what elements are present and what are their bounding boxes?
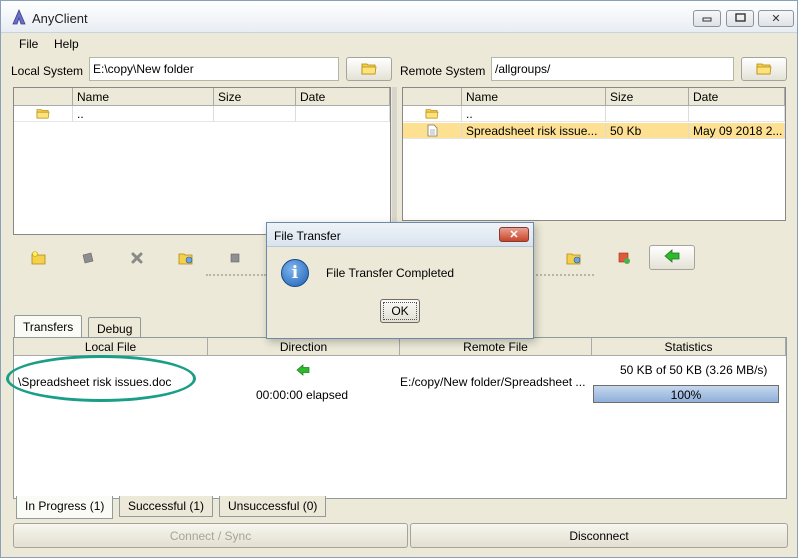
local-path-input[interactable]: E:\copy\New folder — [89, 57, 339, 81]
transfer-elapsed: 00:00:00 elapsed — [256, 388, 349, 402]
dialog-message: File Transfer Completed — [326, 266, 455, 280]
title-bar[interactable]: AnyClient ✕ — [1, 1, 797, 33]
toolbar-divider — [206, 274, 266, 276]
download-button[interactable] — [649, 245, 695, 270]
rename-icon[interactable] — [79, 249, 97, 267]
stop-icon[interactable] — [226, 249, 244, 267]
disconnect-button[interactable]: Disconnect — [410, 523, 788, 548]
remote-row-name: .. — [462, 106, 606, 122]
remote-browse-button[interactable] — [741, 57, 787, 81]
anyclient-logo-icon — [11, 8, 27, 25]
window-title: AnyClient — [32, 11, 88, 26]
menu-help[interactable]: Help — [54, 37, 79, 51]
connect-sync-button[interactable]: Connect / Sync — [13, 523, 408, 548]
remote-file-table[interactable]: Name Size Date .. Spreadsheet risk issue… — [402, 87, 786, 221]
tab-in-progress[interactable]: In Progress (1) — [16, 496, 114, 519]
document-icon — [403, 123, 462, 139]
local-row-date — [296, 106, 390, 122]
close-icon: ✕ — [771, 13, 781, 25]
dialog-title: File Transfer — [274, 229, 341, 243]
folder-up-icon — [14, 106, 73, 122]
transfer-progress-bar: 100% — [593, 385, 779, 403]
remote-row-date — [689, 106, 785, 122]
transfers-col-remote[interactable]: Remote File — [400, 338, 592, 356]
local-col-size[interactable]: Size — [214, 88, 296, 106]
refresh-remote-folder-icon[interactable] — [565, 249, 583, 267]
remote-row-size — [606, 106, 689, 122]
folder-icon — [361, 61, 377, 78]
new-folder-icon[interactable] — [30, 249, 48, 267]
remote-system-label: Remote System — [400, 64, 486, 78]
menu-bar: File Help — [1, 34, 797, 54]
close-icon: ✕ — [509, 229, 519, 241]
dialog-close-button[interactable]: ✕ — [499, 227, 529, 242]
folder-up-icon — [403, 106, 462, 122]
remote-col-date[interactable]: Date — [689, 88, 785, 106]
remote-row-date: May 09 2018 2... — [689, 123, 785, 139]
file-transfer-dialog: File Transfer ✕ i File Transfer Complete… — [266, 222, 534, 339]
local-col-date[interactable]: Date — [296, 88, 390, 106]
arrow-left-icon — [296, 364, 310, 379]
transfers-col-direction[interactable]: Direction — [208, 338, 400, 356]
remote-col-icon — [403, 88, 462, 106]
remote-stop-icon[interactable] — [615, 249, 633, 267]
refresh-folder-icon[interactable] — [177, 249, 195, 267]
maximize-button[interactable] — [726, 10, 754, 27]
ok-button[interactable]: OK — [380, 299, 420, 323]
folder-icon — [756, 61, 772, 78]
local-col-name[interactable]: Name — [73, 88, 214, 106]
remote-col-name[interactable]: Name — [462, 88, 606, 106]
transfers-col-statistics[interactable]: Statistics — [592, 338, 786, 356]
highlight-annotation — [6, 355, 196, 402]
remote-row-size: 50 Kb — [606, 123, 689, 139]
local-system-label: Local System — [11, 64, 84, 78]
app-window: AnyClient ✕ File Help Local System E:\co… — [0, 0, 798, 558]
transfers-col-local[interactable]: Local File — [14, 338, 208, 356]
local-browse-button[interactable] — [346, 57, 392, 81]
transfer-remote-file: E:/copy/New folder/Spreadsheet ... — [400, 375, 586, 389]
tab-unsuccessful[interactable]: Unsuccessful (0) — [219, 496, 327, 517]
info-icon: i — [281, 259, 309, 287]
remote-toolbar-divider — [536, 274, 594, 276]
tab-transfers[interactable]: Transfers — [14, 315, 83, 339]
splitter-handle[interactable] — [392, 87, 397, 235]
remote-path-input[interactable]: /allgroups/ — [491, 57, 734, 81]
tab-debug[interactable]: Debug — [88, 317, 142, 339]
arrow-left-icon — [664, 249, 680, 266]
minimize-button[interactable] — [693, 10, 721, 27]
delete-icon[interactable] — [128, 249, 146, 267]
menu-file[interactable]: File — [19, 37, 38, 51]
maximize-icon — [734, 12, 746, 25]
transfer-statistics: 50 KB of 50 KB (3.26 MB/s) — [620, 363, 768, 377]
local-col-icon — [14, 88, 73, 106]
dialog-title-bar[interactable]: File Transfer ✕ — [267, 223, 533, 247]
tab-successful[interactable]: Successful (1) — [119, 496, 214, 517]
close-button[interactable]: ✕ — [758, 10, 794, 27]
local-row-size — [214, 106, 296, 122]
remote-row-name: Spreadsheet risk issue... — [462, 123, 606, 139]
minimize-icon — [702, 13, 712, 25]
local-file-table[interactable]: Name Size Date .. — [13, 87, 391, 235]
local-row-name: .. — [73, 106, 214, 122]
progress-label: 100% — [670, 388, 702, 402]
remote-col-size[interactable]: Size — [606, 88, 689, 106]
